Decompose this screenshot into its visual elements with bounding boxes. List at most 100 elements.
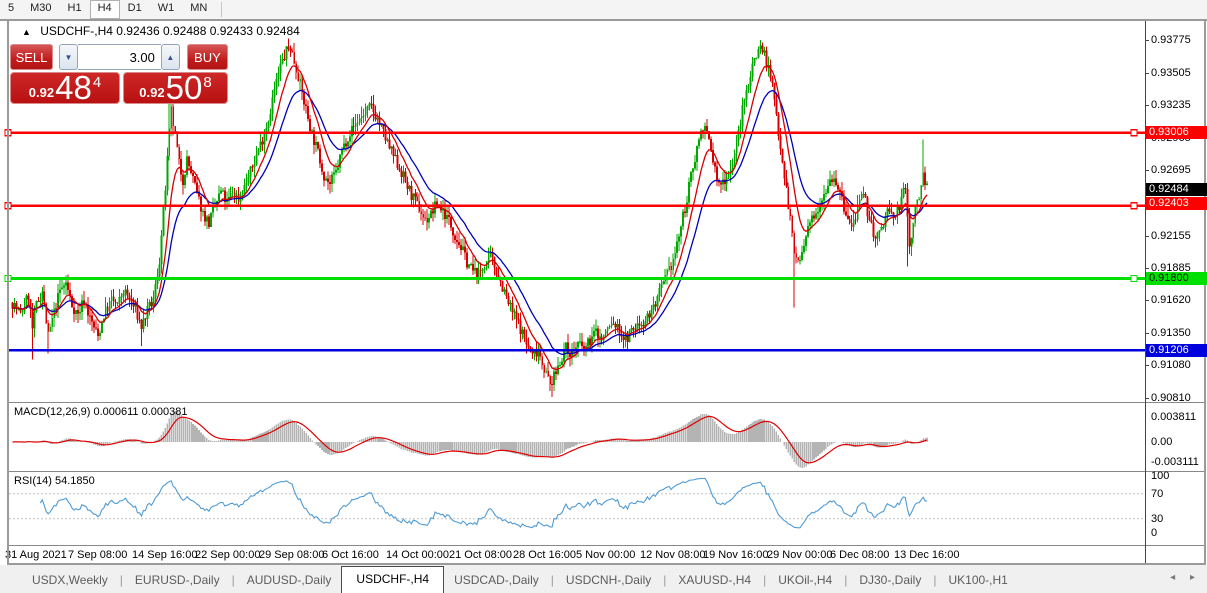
- sell-price-display[interactable]: 0.92 48 4: [10, 72, 120, 104]
- price-tick-label: 0.92155: [1151, 230, 1191, 242]
- macd-axis-label: 0.00: [1151, 436, 1172, 448]
- macd-label: MACD(12,26,9) 0.000611 0.000381: [14, 406, 187, 418]
- tab-scroll-arrows[interactable]: ◂ ▸: [1170, 572, 1201, 583]
- symbol-tab-bar: USDX,Weekly|EURUSD-,Daily|AUDUSD-,DailyU…: [0, 565, 1207, 593]
- chart-ohlc-values: 0.92436 0.92488 0.92433 0.92484: [116, 24, 300, 38]
- chart-symbol-period: USDCHF-,H4: [40, 24, 113, 38]
- horizontal-line-objects[interactable]: [5, 130, 1145, 350]
- price-tick-label: 0.92695: [1151, 164, 1191, 176]
- chart-marker-icon: ▲: [22, 27, 31, 37]
- price-tick-label: 0.93235: [1151, 99, 1191, 111]
- macd-axis-label: -0.003111: [1151, 456, 1199, 468]
- price-tick-dash: [1145, 73, 1149, 74]
- price-tick-dash: [1145, 365, 1149, 366]
- rsi-label: RSI(14) 54.1850: [14, 475, 95, 487]
- volume-input[interactable]: [78, 44, 161, 70]
- chart-tab-usdcad-daily[interactable]: USDCAD-,Daily: [444, 569, 549, 593]
- chart-tab-usdcnh-daily[interactable]: USDCNH-,Daily: [556, 569, 661, 593]
- tab-separator: |: [661, 569, 668, 593]
- timeframe-button-d1[interactable]: D1: [120, 0, 150, 19]
- toolbar-separator: [221, 2, 222, 17]
- rsi-level-lines: [9, 494, 1145, 519]
- volume-increase-button[interactable]: ▲: [161, 44, 180, 70]
- price-axis-border: [1145, 21, 1146, 563]
- price-tick-label: 0.90810: [1151, 392, 1191, 404]
- timeframe-button-h4[interactable]: H4: [90, 0, 120, 19]
- price-axis-label-box: 0.93006: [1146, 126, 1207, 139]
- chart-tab-xauusd-h4[interactable]: XAUUSD-,H4: [668, 569, 761, 593]
- timeframe-button-mn[interactable]: MN: [182, 0, 215, 19]
- chart-tab-usdx-weekly[interactable]: USDX,Weekly: [22, 569, 118, 593]
- chart-tab-dj30-daily[interactable]: DJ30-,Daily: [849, 569, 931, 593]
- rsi-axis-label: 100: [1151, 470, 1169, 482]
- panel-separator[interactable]: [9, 402, 1205, 403]
- time-axis-label: 12 Nov 08:00: [640, 549, 705, 561]
- timeframe-button-h1[interactable]: H1: [60, 0, 90, 19]
- chart-tab-uk100-h1[interactable]: UK100-,H1: [938, 569, 1017, 593]
- tab-separator: |: [761, 569, 768, 593]
- price-tick-label: 0.91620: [1151, 294, 1191, 306]
- macd-indicator: [13, 411, 928, 468]
- panel-separator[interactable]: [9, 471, 1205, 472]
- time-axis-label: 14 Sep 16:00: [132, 549, 197, 561]
- time-axis-label: 21 Oct 08:00: [449, 549, 512, 561]
- buy-price-prefix: 0.92: [139, 85, 164, 100]
- sell-price-pip: 4: [93, 74, 101, 91]
- price-tick-dash: [1145, 40, 1149, 41]
- rsi-line: [40, 478, 927, 528]
- tab-separator: |: [230, 569, 237, 593]
- time-axis-label: 7 Sep 08:00: [68, 549, 127, 561]
- price-tick-label: 0.91350: [1151, 327, 1191, 339]
- price-tick-dash: [1145, 170, 1149, 171]
- timeframe-toolbar: 5M30H1H4D1W1MN: [0, 0, 1207, 21]
- sell-button[interactable]: SELL: [10, 44, 53, 70]
- time-axis-label: 14 Oct 00:00: [386, 549, 449, 561]
- price-tick-dash: [1145, 268, 1149, 269]
- price-tick-label: 0.93775: [1151, 34, 1191, 46]
- chart-tab-eurusd-daily[interactable]: EURUSD-,Daily: [125, 569, 230, 593]
- buy-price-pip: 8: [203, 74, 211, 91]
- time-axis-label: 5 Nov 00:00: [576, 549, 635, 561]
- buy-price-display[interactable]: 0.92 50 8: [123, 72, 228, 104]
- tab-separator: |: [931, 569, 938, 593]
- window-border: [1204, 19, 1206, 565]
- rsi-axis-label: 70: [1151, 488, 1163, 500]
- mt4-terminal: 5M30H1H4D1W1MN ▲ USDCHF-,H4 0.92436 0.92…: [0, 0, 1207, 593]
- chart-tab-ukoil-h4[interactable]: UKOil-,H4: [768, 569, 842, 593]
- price-tick-dash: [1145, 105, 1149, 106]
- sell-price-prefix: 0.92: [29, 85, 54, 100]
- panel-separator: [9, 545, 1205, 546]
- tab-separator: |: [549, 569, 556, 593]
- volume-decrease-button[interactable]: ▼: [59, 44, 78, 70]
- rsi-axis-label: 30: [1151, 513, 1163, 525]
- chart-title: ▲ USDCHF-,H4 0.92436 0.92488 0.92433 0.9…: [22, 24, 300, 38]
- window-border: [7, 19, 9, 565]
- price-tick-dash: [1145, 300, 1149, 301]
- macd-signal-line: [13, 417, 928, 463]
- rsi-axis-label: 0: [1151, 527, 1157, 539]
- tab-separator: |: [842, 569, 849, 593]
- price-axis-label-box: 0.92403: [1146, 197, 1207, 210]
- macd-axis-label: 0.003811: [1151, 411, 1196, 423]
- timeframe-button-5[interactable]: 5: [0, 0, 22, 19]
- price-axis-label-box: 0.91206: [1146, 344, 1207, 357]
- price-axis-label-box: 0.92484: [1146, 183, 1207, 196]
- price-tick-dash: [1145, 333, 1149, 334]
- sell-price-big: 48: [55, 73, 92, 103]
- time-axis-label: 6 Oct 16:00: [322, 549, 379, 561]
- time-axis-label: 28 Oct 16:00: [513, 549, 576, 561]
- one-click-trading-widget: SELL ▼ ▲ BUY 0.92 48 4 0.92 50 8: [10, 44, 228, 104]
- time-axis-label: 29 Nov 00:00: [767, 549, 832, 561]
- chart-tab-audusd-daily[interactable]: AUDUSD-,Daily: [237, 569, 342, 593]
- buy-button[interactable]: BUY: [187, 44, 228, 70]
- price-tick-label: 0.93505: [1151, 67, 1191, 79]
- timeframe-button-m30[interactable]: M30: [22, 0, 59, 19]
- time-axis-label: 13 Dec 16:00: [894, 549, 959, 561]
- buy-price-big: 50: [166, 73, 203, 103]
- price-tick-dash: [1145, 398, 1149, 399]
- time-axis-label: 6 Dec 08:00: [830, 549, 889, 561]
- chart-tab-usdchf-h4[interactable]: USDCHF-,H4: [341, 566, 444, 593]
- tab-separator: |: [118, 569, 125, 593]
- price-tick-label: 0.91080: [1151, 359, 1191, 371]
- timeframe-button-w1[interactable]: W1: [150, 0, 183, 19]
